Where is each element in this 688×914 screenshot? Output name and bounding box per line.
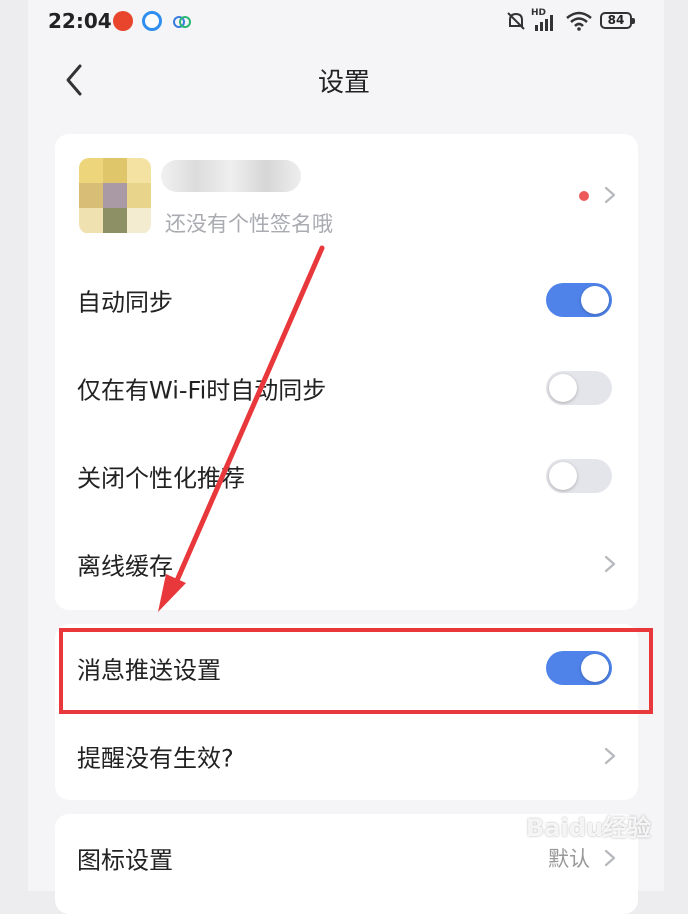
watermark: Baidu经验 <box>526 814 651 842</box>
annotation-arrow <box>158 245 325 612</box>
